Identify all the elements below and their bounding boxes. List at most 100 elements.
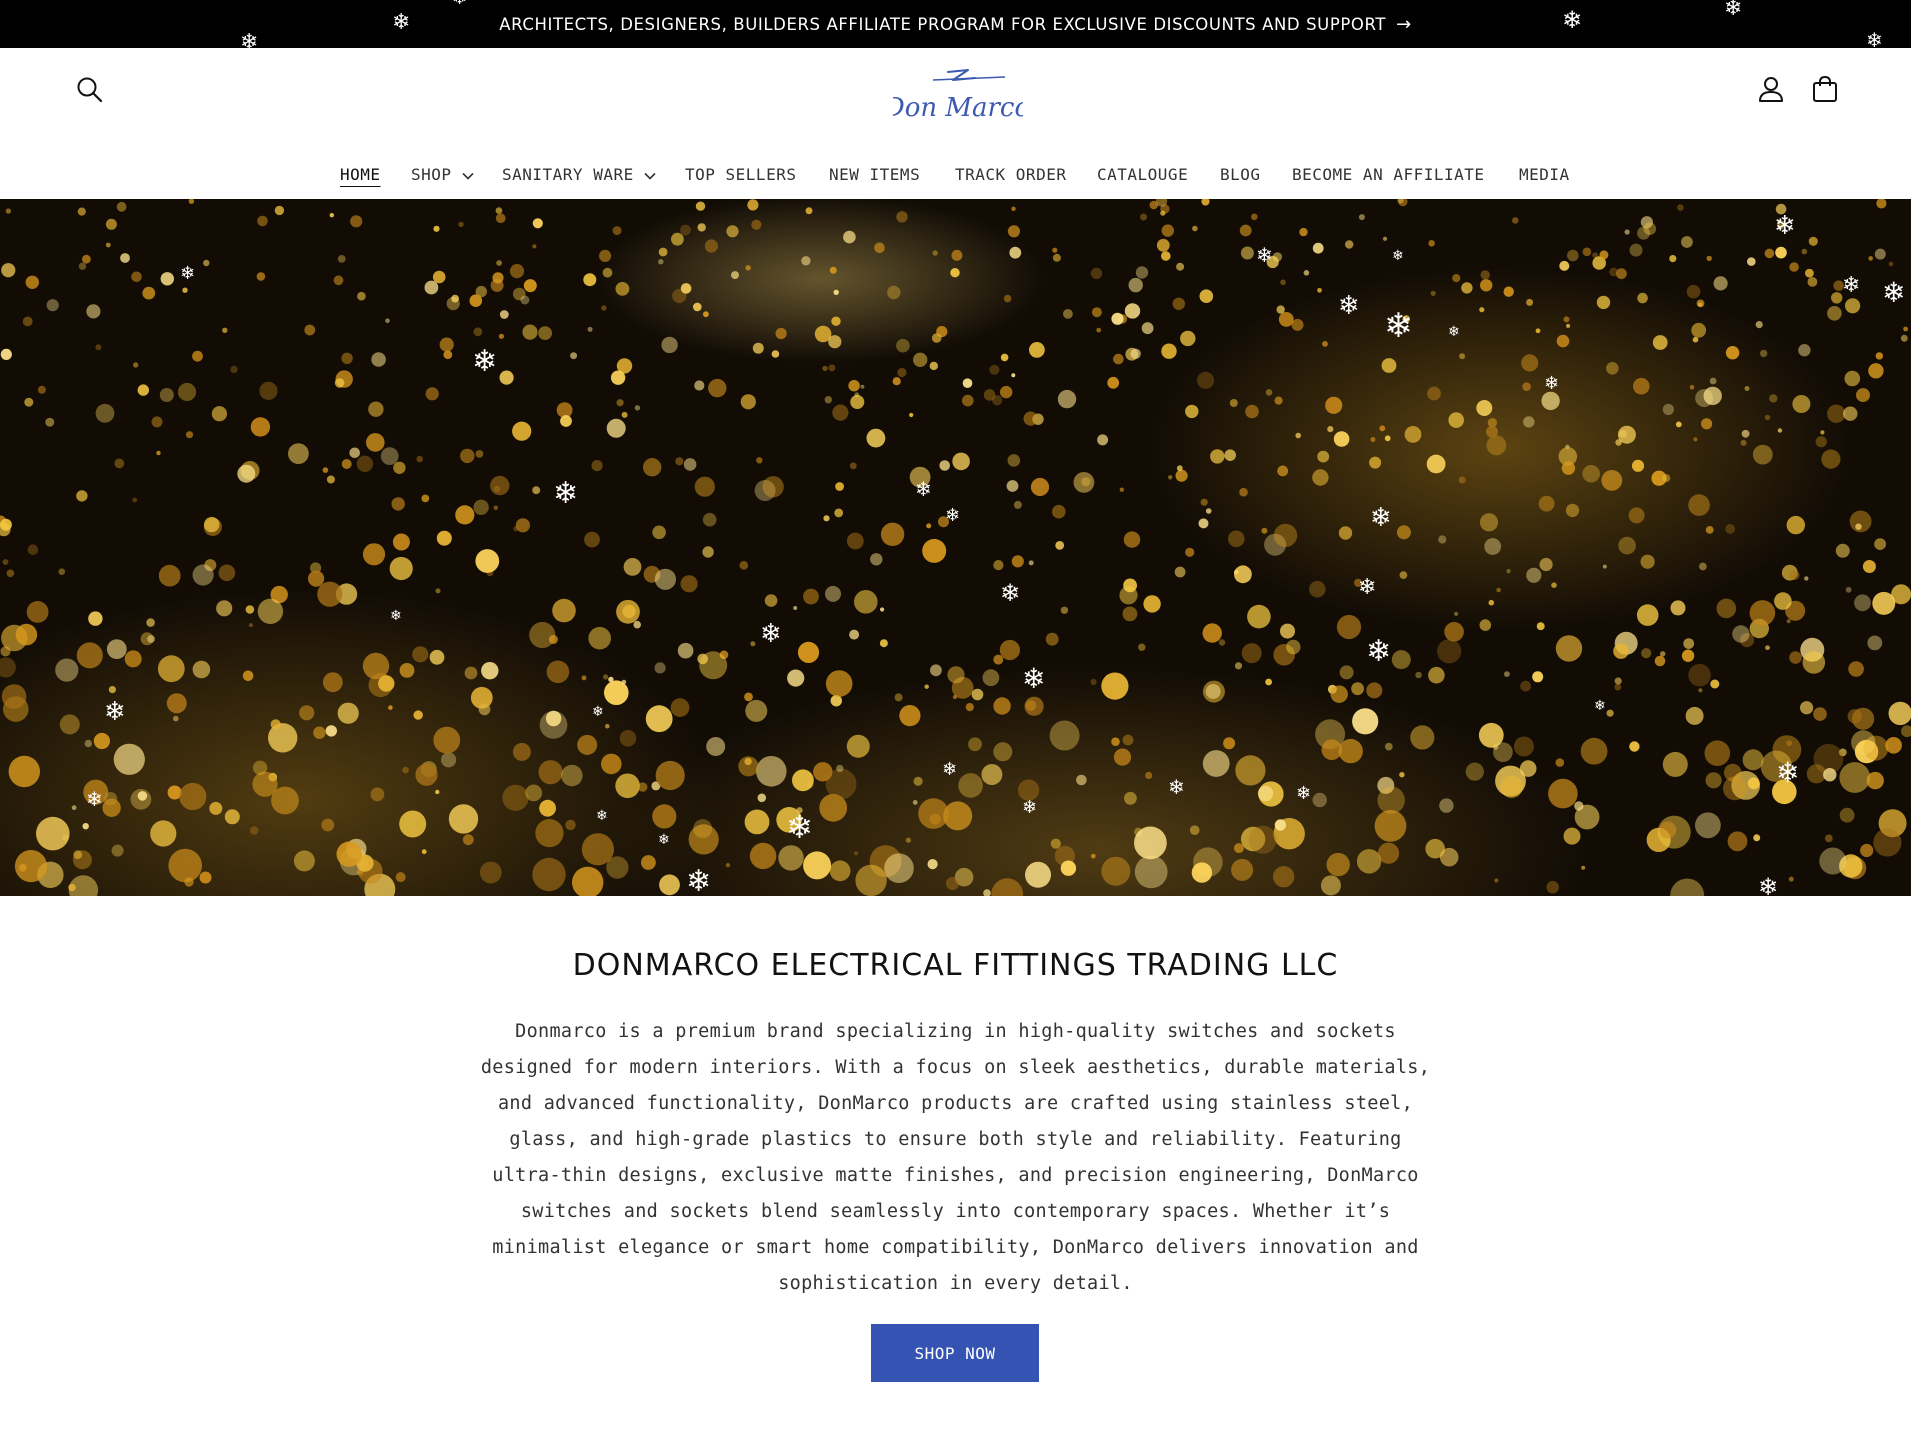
glitter-particle bbox=[683, 458, 697, 471]
glitter-particle bbox=[1703, 386, 1722, 406]
glitter-particle bbox=[177, 382, 197, 402]
glitter-particle bbox=[1686, 284, 1701, 299]
nav-item-sanitary-ware[interactable]: SANITARY WARE bbox=[502, 158, 656, 190]
glitter-particle bbox=[1291, 318, 1304, 331]
logo[interactable]: Don Marco bbox=[883, 58, 1030, 136]
nav-item-media[interactable]: MEDIA bbox=[1519, 158, 1570, 190]
glitter-particle bbox=[36, 816, 70, 851]
glitter-particle bbox=[831, 316, 841, 326]
nav-item-become-affiliate[interactable]: BECOME AN AFFILIATE bbox=[1292, 158, 1485, 190]
glitter-particle bbox=[833, 289, 839, 295]
glitter-particle bbox=[1523, 416, 1535, 428]
glitter-particle bbox=[1901, 725, 1911, 738]
search-icon[interactable] bbox=[76, 76, 104, 104]
glitter-particle bbox=[601, 305, 607, 311]
glitter-particle bbox=[1848, 661, 1864, 677]
glitter-particle bbox=[1410, 725, 1435, 750]
glitter-particle bbox=[1025, 861, 1051, 888]
glitter-particle bbox=[334, 378, 345, 388]
glitter-particle bbox=[402, 766, 409, 774]
nav-item-shop[interactable]: SHOP bbox=[411, 158, 474, 190]
glitter-particle bbox=[337, 255, 346, 263]
glitter-particle bbox=[1239, 487, 1248, 497]
glitter-particle bbox=[1744, 386, 1750, 391]
glitter-particle bbox=[1052, 253, 1061, 262]
glitter-particle bbox=[634, 405, 641, 411]
glitter-particle bbox=[321, 818, 335, 832]
glitter-particle bbox=[836, 764, 844, 773]
account-icon[interactable] bbox=[1756, 74, 1786, 104]
glitter-particle bbox=[616, 599, 640, 624]
glitter-particle bbox=[548, 635, 558, 644]
nav-item-home[interactable]: HOME bbox=[340, 158, 381, 190]
glitter-particle bbox=[1229, 399, 1238, 407]
shop-now-button[interactable]: SHOP NOW bbox=[871, 1324, 1039, 1382]
glitter-particle bbox=[601, 753, 622, 775]
glitter-particle bbox=[1862, 560, 1876, 573]
glitter-particle bbox=[1134, 855, 1168, 889]
glitter-particle bbox=[293, 850, 315, 872]
glitter-particle bbox=[745, 265, 751, 271]
glitter-particle bbox=[1201, 199, 1210, 206]
glitter-particle bbox=[659, 874, 680, 896]
glitter-particle bbox=[378, 675, 395, 692]
glitter-particle bbox=[1835, 543, 1850, 558]
glitter-particle bbox=[37, 385, 46, 394]
glitter-particle bbox=[1202, 750, 1230, 777]
glitter-particle bbox=[532, 218, 543, 229]
section-description: Donmarco is a premium brand specializing… bbox=[455, 1014, 1456, 1302]
cart-icon[interactable] bbox=[1810, 74, 1840, 104]
glitter-particle bbox=[619, 730, 637, 747]
announcement-link[interactable]: ARCHITECTS, DESIGNERS, BUILDERS AFFILIAT… bbox=[0, 0, 1911, 48]
glitter-particle bbox=[1675, 421, 1682, 428]
glitter-particle bbox=[150, 820, 177, 847]
glitter-particle bbox=[1134, 826, 1167, 860]
glitter-particle bbox=[441, 752, 457, 768]
glitter-particle bbox=[425, 387, 439, 401]
nav-item-track-order[interactable]: TRACK ORDER bbox=[955, 158, 1066, 190]
glitter-particle bbox=[1493, 742, 1513, 762]
glitter-particle bbox=[1480, 270, 1490, 280]
glitter-particle bbox=[512, 421, 532, 441]
nav-item-new-items[interactable]: NEW ITEMS bbox=[829, 158, 920, 190]
glitter-particle bbox=[1459, 353, 1466, 360]
glitter-particle bbox=[565, 819, 576, 831]
glitter-particle bbox=[1444, 622, 1464, 642]
nav-item-blog[interactable]: BLOG bbox=[1220, 158, 1261, 190]
glitter-particle bbox=[899, 705, 921, 727]
glitter-particle bbox=[370, 787, 385, 802]
glitter-particle bbox=[1740, 439, 1747, 446]
glitter-particle bbox=[1732, 625, 1750, 643]
glitter-particle bbox=[1764, 414, 1771, 421]
glitter-particle bbox=[1160, 210, 1166, 216]
glitter-particle bbox=[1755, 321, 1763, 329]
glitter-particle bbox=[464, 666, 478, 680]
main-navigation: HOME SHOP SANITARY WARE TOP SELLERS NEW … bbox=[0, 158, 1911, 190]
glitter-particle bbox=[749, 842, 777, 870]
nav-item-catalouge[interactable]: CATALOUGE bbox=[1097, 158, 1188, 190]
glitter-particle bbox=[1130, 348, 1141, 359]
glitter-particle bbox=[606, 418, 626, 438]
glitter-particle bbox=[958, 773, 983, 798]
chevron-down-icon bbox=[461, 165, 474, 184]
glitter-particle bbox=[462, 834, 474, 846]
glitter-particle bbox=[991, 878, 1024, 896]
glitter-particle bbox=[1566, 323, 1571, 328]
glitter-particle bbox=[778, 845, 804, 871]
glitter-particle bbox=[1548, 778, 1578, 809]
glitter-particle bbox=[591, 460, 603, 472]
glitter-particle bbox=[1175, 469, 1188, 482]
glitter-particle bbox=[329, 213, 334, 218]
glitter-particle bbox=[82, 823, 89, 830]
glitter-particle bbox=[59, 714, 80, 735]
glitter-particle bbox=[350, 215, 363, 228]
glitter-particle bbox=[993, 697, 1011, 715]
nav-item-top-sellers[interactable]: TOP SELLERS bbox=[685, 158, 796, 190]
glitter-particle bbox=[1384, 435, 1391, 442]
glitter-particle bbox=[825, 768, 857, 800]
description-line: minimalist elegance or smart home compat… bbox=[492, 1237, 1419, 1258]
glitter-particle bbox=[313, 726, 326, 739]
glitter-particle bbox=[1437, 639, 1462, 664]
glitter-particle bbox=[756, 756, 787, 787]
glitter-particle bbox=[846, 532, 864, 550]
